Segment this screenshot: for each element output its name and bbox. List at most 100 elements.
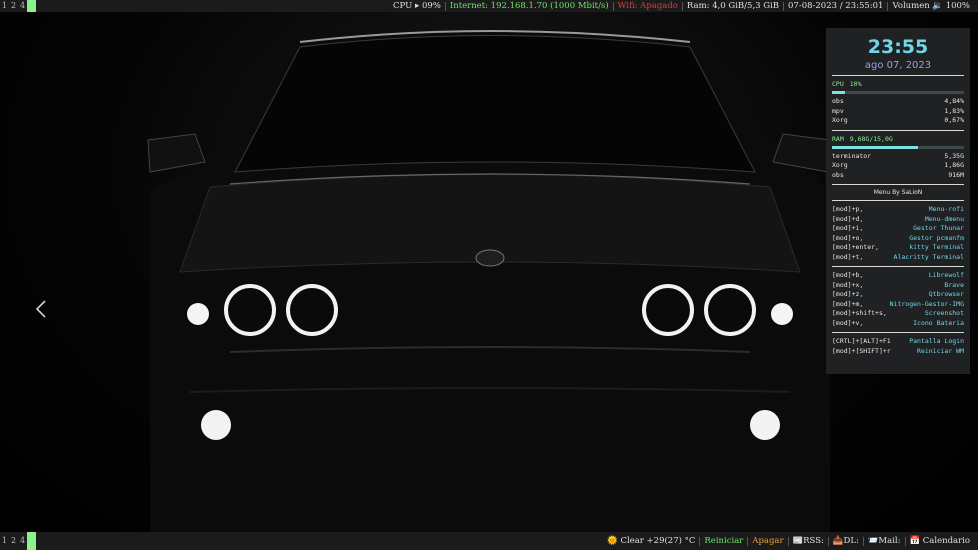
- shortcut-action: Qtbrowser: [928, 290, 964, 298]
- ram-status: Ram: 4,0 GiB/5,3 GiB: [683, 1, 785, 11]
- menu-title: Menu By SaLioN: [873, 189, 923, 196]
- workspace-tags: 1 2 4: [0, 0, 36, 12]
- workspace-tag-2[interactable]: 2: [9, 532, 18, 550]
- shortcut-row: [mod]+d, Menu-dmenu: [832, 215, 964, 225]
- chevron-left-icon[interactable]: [34, 299, 48, 319]
- shortcut-key: [mod]+v,: [832, 318, 864, 327]
- shortcut-row: [mod]+i, Gestor Thunar: [832, 224, 964, 234]
- shortcut-action: kitty Terminal: [909, 243, 964, 251]
- shortcut-action: Nitrogen-Gestor-IMG: [889, 299, 964, 308]
- shortcut-row: [mod]+v, Icono Bateria: [832, 319, 964, 329]
- shortcut-row: [mod]+z, Qtbrowser: [832, 290, 964, 300]
- shortcut-menu: [mod]+p, Menu-rofi [mod]+d, Menu-dmenu [mod]…: [832, 205, 964, 356]
- shortcut-action: Screenshot: [924, 309, 964, 317]
- shortcut-action: Librewolf: [928, 271, 964, 279]
- divider: [832, 129, 964, 131]
- restart-button[interactable]: Reiniciar: [700, 536, 749, 546]
- date: ago 07, 2023: [864, 60, 932, 71]
- workspace-tag-2[interactable]: 2: [9, 0, 18, 12]
- shortcut-key: [mod]+[SHIFT]+r: [832, 346, 891, 355]
- shortcut-key: [mod]+m,: [832, 299, 864, 308]
- shutdown-button[interactable]: Apagar: [748, 536, 789, 546]
- shortcut-group: [mod]+b, Librewolf [mod]+x, Brave [mod]+z, Qt…: [832, 271, 964, 328]
- workspace-tag-active[interactable]: [27, 0, 36, 12]
- ram-process-row: terminator 5,35G: [832, 152, 964, 162]
- ram-process-row: obs 916M: [832, 171, 964, 181]
- shortcut-group: [CRTL]+[ALT]+F1 Pantalla Login [mod]+[SHIF…: [832, 337, 964, 356]
- ram-meter-fill: [832, 145, 918, 149]
- shortcut-action: Icono Bateria: [913, 318, 964, 327]
- shortcut-key: [mod]+i,: [832, 224, 864, 232]
- cpu-meter: [832, 91, 964, 94]
- cpu-process-row: obs 4,84%: [832, 97, 964, 107]
- process-name: obs: [832, 170, 844, 179]
- shortcut-key: [mod]+enter,: [832, 243, 879, 251]
- shortcut-row: [mod]+o, Gestor pcmanfm: [832, 234, 964, 244]
- cpu-meter-fill: [832, 91, 846, 94]
- cpu-process-row: Xorg 0,67%: [832, 116, 964, 126]
- divider: [832, 184, 964, 185]
- volume-status[interactable]: Volumen 🔉 100%: [888, 1, 974, 11]
- shortcut-action: Menu-dmenu: [924, 214, 964, 223]
- downloads-status[interactable]: 📥DL:: [829, 536, 864, 546]
- process-name: Xorg: [832, 161, 848, 169]
- workspace-tag-1[interactable]: 1: [0, 532, 9, 550]
- shortcut-action: Gestor pcmanfm: [909, 233, 964, 242]
- shortcut-row: [mod]+t, Alacritty Terminal: [832, 253, 964, 263]
- calendar-button[interactable]: 📅 Calendario: [906, 536, 975, 546]
- cpu-process-row: mpv 1,83%: [832, 107, 964, 117]
- shortcut-row: [mod]+enter, kitty Terminal: [832, 243, 964, 253]
- shortcut-key: [mod]+shift+s,: [832, 309, 887, 317]
- ram-value: 9,68G/15,0G: [849, 134, 893, 143]
- shortcut-row: [mod]+x, Brave: [832, 281, 964, 291]
- shortcut-key: [CRTL]+[ALT]+F1: [832, 337, 891, 345]
- shortcut-key: [mod]+o,: [832, 233, 864, 242]
- shortcut-row: [mod]+shift+s, Screenshot: [832, 309, 964, 319]
- divider: [832, 75, 964, 76]
- rss-status[interactable]: 📰RSS:: [789, 536, 829, 546]
- wifi-status: Wifi: Apagado: [614, 1, 683, 11]
- cpu-label: CPU: [832, 80, 844, 88]
- mail-status[interactable]: 📨Mail:: [864, 536, 906, 546]
- bottom-status-blocks: 🌞 Clear +29(27) °C Reiniciar Apagar 📰RSS…: [603, 532, 978, 550]
- shortcut-key: [mod]+x,: [832, 280, 864, 289]
- process-usage: 4,84%: [944, 97, 964, 105]
- workspace-tags-bottom: 1 2 4: [0, 532, 36, 550]
- cpu-section-title: CPU 10%: [832, 80, 964, 88]
- divider: [832, 200, 964, 201]
- weather-status: 🌞 Clear +29(27) °C: [603, 536, 701, 546]
- process-name: mpv: [832, 106, 844, 115]
- datetime-status: 07-08-2023 / 23:55:01: [784, 1, 889, 11]
- shortcut-row: [CRTL]+[ALT]+F1 Pantalla Login: [832, 337, 964, 347]
- shortcut-key: [mod]+d,: [832, 214, 864, 223]
- shortcut-row: [mod]+[SHIFT]+r Reiniciar WM: [832, 347, 964, 357]
- shortcut-key: [mod]+t,: [832, 252, 864, 261]
- ram-meter: [832, 145, 964, 149]
- process-name: Xorg: [832, 116, 848, 124]
- cpu-value: 10%: [849, 80, 862, 88]
- shortcut-key: [mod]+z,: [832, 290, 864, 298]
- conky-system-panel: 23:55 ago 07, 2023 CPU 10% obs 4,84% mpv 1,8…: [826, 28, 970, 374]
- workspace-tag-4[interactable]: 4: [18, 0, 27, 12]
- status-blocks: CPU ▸ 09% Internet: 192.168.1.70 (1000 M…: [389, 0, 978, 12]
- ram-process-list: terminator 5,35G Xorg 1,86G obs 916M: [832, 152, 964, 181]
- workspace-tag-active[interactable]: [27, 532, 36, 550]
- ram-section-title: RAM 9,68G/15,0G: [832, 135, 964, 143]
- shortcut-action: Alacritty Terminal: [893, 252, 964, 261]
- workspace-tag-1[interactable]: 1: [0, 0, 9, 12]
- shortcut-row: [mod]+b, Librewolf: [832, 271, 964, 281]
- workspace-tag-4[interactable]: 4: [18, 532, 27, 550]
- clock: 23:55: [867, 36, 929, 58]
- process-usage: 1,86G: [944, 161, 964, 169]
- shortcut-row: [mod]+m, Nitrogen-Gestor-IMG: [832, 300, 964, 310]
- process-usage: 5,35G: [944, 151, 964, 160]
- shortcut-action: Gestor Thunar: [913, 224, 964, 232]
- ram-label: RAM: [832, 134, 844, 143]
- process-name: obs: [832, 97, 844, 105]
- bottom-status-bar: 1 2 4 🌞 Clear +29(27) °C Reiniciar Apaga…: [0, 532, 978, 550]
- shortcut-action: Pantalla Login: [909, 337, 964, 345]
- ram-process-row: Xorg 1,86G: [832, 161, 964, 171]
- internet-status: Internet: 192.168.1.70 (1000 Mbit/s): [446, 1, 614, 11]
- process-usage: 916M: [948, 170, 964, 179]
- process-usage: 0,67%: [944, 116, 964, 124]
